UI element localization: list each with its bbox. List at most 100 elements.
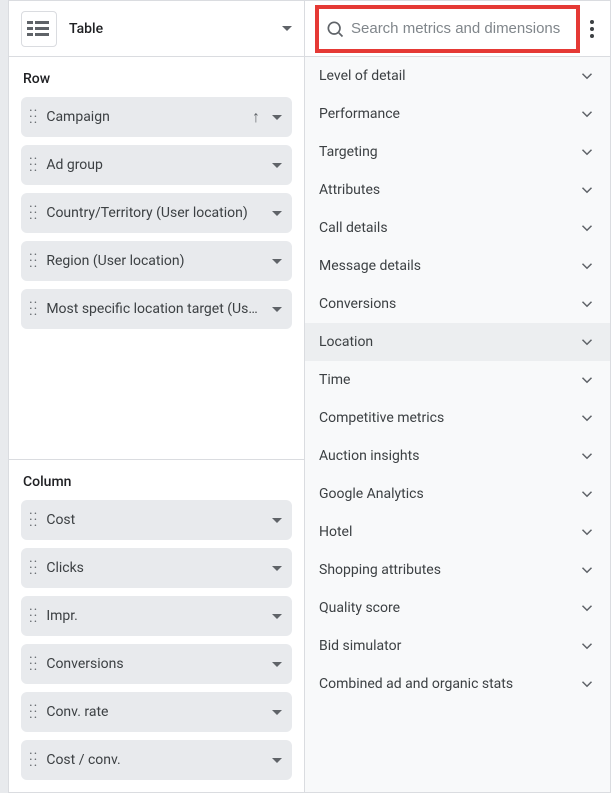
column-chip[interactable]: ······ Cost / conv. — [21, 740, 292, 780]
category-row[interactable]: Attributes — [305, 171, 610, 209]
caret-down-icon[interactable] — [272, 211, 282, 216]
row-drop-area[interactable] — [9, 329, 304, 460]
category-row[interactable]: Location — [305, 323, 610, 361]
caret-down-icon[interactable] — [272, 307, 282, 312]
category-label: Performance — [319, 106, 400, 122]
chevron-down-icon — [578, 105, 596, 123]
chip-label: Region (User location) — [46, 253, 264, 269]
category-label: Hotel — [319, 524, 352, 540]
category-row[interactable]: Time — [305, 361, 610, 399]
chevron-down-icon — [578, 485, 596, 503]
category-row[interactable]: Message details — [305, 247, 610, 285]
caret-down-icon[interactable] — [272, 758, 282, 763]
column-chip[interactable]: ······Impr. — [21, 596, 292, 636]
category-label: Targeting — [319, 144, 378, 160]
drag-handle-icon[interactable]: ······ — [29, 607, 38, 625]
chevron-down-icon — [578, 523, 596, 541]
chevron-down-icon — [578, 637, 596, 655]
chevron-down-icon — [578, 67, 596, 85]
drag-handle-icon[interactable]: ······ — [29, 703, 38, 721]
row-chip[interactable]: ······ Ad group — [21, 145, 292, 185]
column-chip[interactable]: ······ Conv. rate — [21, 692, 292, 732]
table-icon — [21, 11, 57, 47]
drag-handle-icon[interactable]: ······ — [29, 108, 38, 126]
category-row[interactable]: Targeting — [305, 133, 610, 171]
drag-handle-icon[interactable]: ······ — [29, 559, 38, 577]
category-row[interactable]: Hotel — [305, 513, 610, 551]
chevron-down-icon — [578, 409, 596, 427]
column-chip[interactable]: ······ Conversions — [21, 644, 292, 684]
row-chip[interactable]: ······Campaign↑ — [21, 97, 292, 137]
caret-down-icon[interactable] — [272, 163, 282, 168]
category-row[interactable]: Performance — [305, 95, 610, 133]
drag-handle-icon[interactable]: ······ — [29, 655, 38, 673]
category-row[interactable]: Shopping attributes — [305, 551, 610, 589]
drag-handle-icon[interactable]: ······ — [29, 511, 38, 529]
drag-handle-icon[interactable]: ······ — [29, 252, 38, 270]
caret-down-icon[interactable] — [272, 566, 282, 571]
search-box-highlight — [315, 5, 580, 53]
chip-label: Clicks — [46, 560, 264, 576]
drag-handle-icon[interactable]: ······ — [29, 300, 38, 318]
chip-label: Conv. rate — [46, 704, 264, 720]
column-chip[interactable]: ······ Clicks — [21, 548, 292, 588]
chip-label: Cost / conv. — [46, 752, 264, 768]
chip-label: Most specific location target (User l... — [46, 301, 264, 317]
chip-label: Conversions — [46, 656, 264, 672]
row-section-title: Row — [9, 57, 304, 97]
category-row[interactable]: Quality score — [305, 589, 610, 627]
category-row[interactable]: Call details — [305, 209, 610, 247]
right-panel: Level of detail Performance Targeting Attri… — [305, 1, 610, 792]
category-label: Shopping attributes — [319, 562, 441, 578]
row-chip[interactable]: ······ Most specific location target (Use… — [21, 289, 292, 329]
category-label: Call details — [319, 220, 388, 236]
category-label: Attributes — [319, 182, 380, 198]
chevron-down-icon — [578, 295, 596, 313]
category-label: Location — [319, 334, 373, 350]
sort-ascending-icon[interactable]: ↑ — [252, 107, 260, 127]
category-row[interactable]: Conversions — [305, 285, 610, 323]
category-label: Message details — [319, 258, 421, 274]
chevron-down-icon — [578, 599, 596, 617]
column-chip[interactable]: ······ Cost — [21, 500, 292, 540]
caret-down-icon[interactable] — [272, 662, 282, 667]
chip-label: Ad group — [46, 157, 264, 173]
left-gutter — [0, 0, 8, 793]
category-row[interactable]: Competitive metrics — [305, 399, 610, 437]
chevron-down-icon — [578, 561, 596, 579]
caret-down-icon[interactable] — [272, 614, 282, 619]
caret-down-icon[interactable] — [272, 259, 282, 264]
category-row[interactable]: Level of detail — [305, 57, 610, 95]
search-icon — [325, 19, 345, 39]
chart-type-selector[interactable]: Table — [9, 1, 304, 57]
category-label: Level of detail — [319, 68, 406, 84]
caret-down-icon[interactable] — [272, 710, 282, 715]
category-label: Auction insights — [319, 448, 419, 464]
category-label: Conversions — [319, 296, 396, 312]
caret-down-icon[interactable] — [272, 115, 282, 120]
chevron-down-icon — [578, 371, 596, 389]
category-label: Bid simulator — [319, 638, 401, 654]
chart-type-label: Table — [69, 21, 282, 37]
column-section-title: Column — [9, 460, 304, 500]
row-chip[interactable]: ······ Country/Territory (User location) — [21, 193, 292, 233]
chip-label: Country/Territory (User location) — [46, 205, 264, 221]
category-label: Competitive metrics — [319, 410, 444, 426]
category-label: Time — [319, 372, 350, 388]
category-row[interactable]: Combined ad and organic stats — [305, 665, 610, 703]
drag-handle-icon[interactable]: ······ — [29, 156, 38, 174]
category-row[interactable]: Bid simulator — [305, 627, 610, 665]
chevron-down-icon — [578, 447, 596, 465]
row-chip[interactable]: ······ Region (User location) — [21, 241, 292, 281]
chevron-down-icon — [578, 257, 596, 275]
chip-label: Cost — [46, 512, 264, 528]
search-input[interactable] — [351, 20, 570, 37]
left-panel: Table Row ······Campaign↑······Ad group·… — [9, 1, 305, 792]
category-label: Combined ad and organic stats — [319, 676, 513, 692]
caret-down-icon[interactable] — [272, 518, 282, 523]
more-options-icon[interactable] — [580, 14, 604, 44]
category-row[interactable]: Google Analytics — [305, 475, 610, 513]
drag-handle-icon[interactable]: ······ — [29, 751, 38, 769]
drag-handle-icon[interactable]: ······ — [29, 204, 38, 222]
category-row[interactable]: Auction insights — [305, 437, 610, 475]
